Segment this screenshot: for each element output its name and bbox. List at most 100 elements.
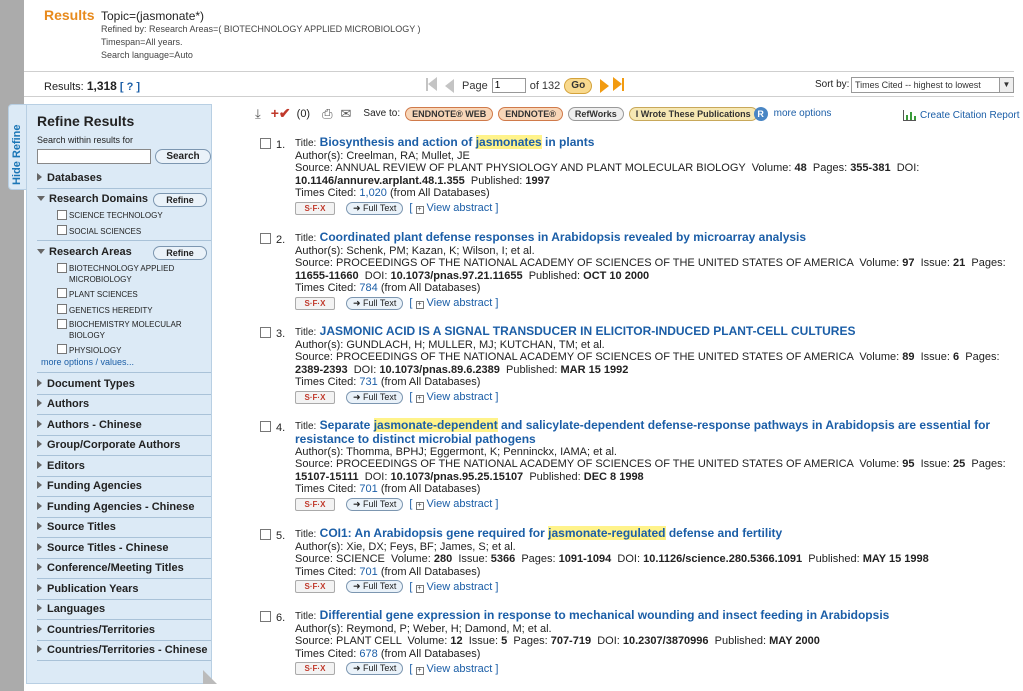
section-databases[interactable]: Databases: [37, 172, 211, 184]
full-text-button[interactable]: ➜ Full Text: [346, 580, 404, 594]
title-link[interactable]: Differential gene expression in response…: [320, 608, 890, 622]
view-abstract-link[interactable]: [ + View abstract ]: [409, 391, 498, 403]
sfx-button[interactable]: S·F·X: [295, 662, 335, 676]
triangle-right-icon: [37, 399, 42, 407]
section-item[interactable]: Editors: [37, 460, 211, 472]
sfx-button[interactable]: S·F·X: [295, 390, 335, 404]
title-label: Title:: [295, 529, 317, 540]
full-text-button[interactable]: ➜ Full Text: [346, 497, 404, 511]
plus-icon: +: [415, 205, 424, 214]
times-cited-link[interactable]: 701: [359, 566, 377, 578]
record-checkbox[interactable]: [260, 233, 271, 244]
domain-checkbox[interactable]: [57, 210, 67, 220]
record-checkbox[interactable]: [260, 327, 271, 338]
sfx-button[interactable]: S·F·X: [295, 296, 335, 310]
more-options-link[interactable]: more options: [774, 108, 832, 119]
sfx-button[interactable]: S·F·X: [295, 497, 335, 511]
page-input[interactable]: [491, 78, 526, 93]
search-within-input[interactable]: [37, 149, 151, 164]
area-checkbox[interactable]: [57, 263, 67, 273]
section-item[interactable]: Authors: [37, 398, 211, 410]
sfx-button[interactable]: S·F·X: [295, 580, 335, 594]
times-cited-link[interactable]: 731: [359, 376, 377, 388]
title-link[interactable]: Coordinated plant defense responses in A…: [320, 230, 806, 244]
email-icon[interactable]: ✉: [341, 106, 352, 122]
area-label: BIOTECHNOLOGY APPLIED MICROBIOLOGY: [69, 264, 175, 284]
domain-checkbox[interactable]: [57, 225, 67, 235]
view-abstract-link[interactable]: [ + View abstract ]: [409, 498, 498, 510]
section-item[interactable]: Group/Corporate Authors: [37, 439, 211, 451]
i-wrote-button[interactable]: I Wrote These Publications: [628, 106, 758, 121]
researcherid-badge[interactable]: R: [753, 106, 768, 121]
times-cited-link[interactable]: 678: [359, 648, 377, 660]
section-item[interactable]: Document Types: [37, 378, 211, 390]
view-abstract-link[interactable]: [ + View abstract ]: [409, 202, 498, 214]
section-item[interactable]: Funding Agencies: [37, 480, 211, 492]
next-page-icon[interactable]: [600, 78, 610, 93]
published: 1997: [525, 174, 550, 187]
title-text: in plants: [541, 135, 595, 149]
section-item[interactable]: Funding Agencies - Chinese: [37, 501, 211, 513]
view-abstract-link[interactable]: [ + View abstract ]: [409, 581, 498, 593]
print-icon[interactable]: ⎙: [322, 106, 332, 122]
bar-chart-icon: [903, 110, 916, 121]
area-checkbox[interactable]: [57, 304, 67, 314]
area-checkbox[interactable]: [57, 319, 67, 329]
refine-areas-button[interactable]: Refine: [153, 246, 207, 260]
record-cited: Times Cited: 701 (from All Databases): [295, 483, 1020, 495]
record-checkbox[interactable]: [260, 611, 271, 622]
endnote-button[interactable]: ENDNOTE®: [498, 106, 563, 121]
citation-report-link[interactable]: Create Citation Report: [903, 110, 1020, 121]
first-page-icon[interactable]: [426, 77, 437, 94]
view-abstract-label: View abstract: [426, 580, 493, 593]
panel-fold-corner: [203, 670, 217, 684]
section-item[interactable]: Countries/Territories: [37, 624, 211, 636]
section-item[interactable]: Conference/Meeting Titles: [37, 562, 211, 574]
title-link[interactable]: COI1: An Arabidopsis gene required for j…: [320, 526, 782, 540]
full-text-button[interactable]: ➜ Full Text: [346, 296, 404, 310]
search-within-button[interactable]: Search: [155, 149, 211, 164]
help-link[interactable]: [ ? ]: [120, 81, 140, 93]
record-title: Title: JASMONIC ACID IS A SIGNAL TRANSDU…: [295, 325, 1020, 339]
times-cited-link[interactable]: 1,020: [359, 187, 387, 199]
section-item[interactable]: Source Titles: [37, 521, 211, 533]
last-page-icon[interactable]: [613, 77, 625, 94]
full-text-button[interactable]: ➜ Full Text: [346, 390, 404, 404]
authors: Schenk, PM; Kazan, K; Wilson, I; et al.: [346, 245, 535, 257]
view-abstract-link[interactable]: [ + View abstract ]: [409, 663, 498, 675]
add-marked-list-icon[interactable]: +✔: [271, 105, 291, 122]
full-text-button[interactable]: ➜ Full Text: [346, 201, 404, 215]
prev-page-icon[interactable]: [445, 78, 454, 93]
title-link[interactable]: Biosynthesis and action of jasmonates in…: [320, 135, 595, 149]
view-abstract-link[interactable]: [ + View abstract ]: [409, 297, 498, 309]
select-arrow-icon[interactable]: ⤓: [255, 106, 261, 122]
record-checkbox[interactable]: [260, 421, 271, 432]
authors: Thomma, BPHJ; Eggermont, K; Penninckx, I…: [346, 446, 617, 458]
section-item[interactable]: Authors - Chinese: [37, 419, 211, 431]
refine-domains-button[interactable]: Refine: [153, 193, 207, 207]
go-button[interactable]: Go: [564, 77, 593, 94]
triangle-right-icon: [37, 543, 42, 551]
section-item[interactable]: Source Titles - Chinese: [37, 542, 211, 554]
refworks-button[interactable]: RefWorks: [567, 106, 624, 121]
more-options-link[interactable]: more options / values...: [41, 357, 134, 367]
title-link[interactable]: JASMONIC ACID IS A SIGNAL TRANSDUCER IN …: [320, 324, 856, 338]
authors-label: Author(s):: [295, 339, 344, 351]
times-cited-link[interactable]: 701: [359, 483, 377, 495]
area-checkbox[interactable]: [57, 344, 67, 354]
endnote-web-button[interactable]: ENDNOTE® WEB: [405, 106, 494, 121]
sfx-button[interactable]: S·F·X: [295, 201, 335, 215]
page-label: Page: [462, 79, 488, 92]
area-checkbox[interactable]: [57, 288, 67, 298]
hide-refine-tab[interactable]: Hide Refine: [8, 104, 26, 190]
section-item[interactable]: Countries/Territories - Chinese: [37, 644, 211, 656]
section-item[interactable]: Languages: [37, 603, 211, 615]
times-cited-link[interactable]: 784: [359, 282, 377, 294]
title-link[interactable]: Separate jasmonate-dependent and salicyl…: [295, 418, 990, 446]
record-checkbox[interactable]: [260, 138, 271, 149]
full-text-button[interactable]: ➜ Full Text: [346, 662, 404, 676]
sort-select[interactable]: Times Cited -- highest to lowest ▼: [851, 77, 1014, 93]
section-item[interactable]: Publication Years: [37, 583, 211, 595]
record-checkbox[interactable]: [260, 529, 271, 540]
record-number: 1.: [276, 139, 286, 151]
